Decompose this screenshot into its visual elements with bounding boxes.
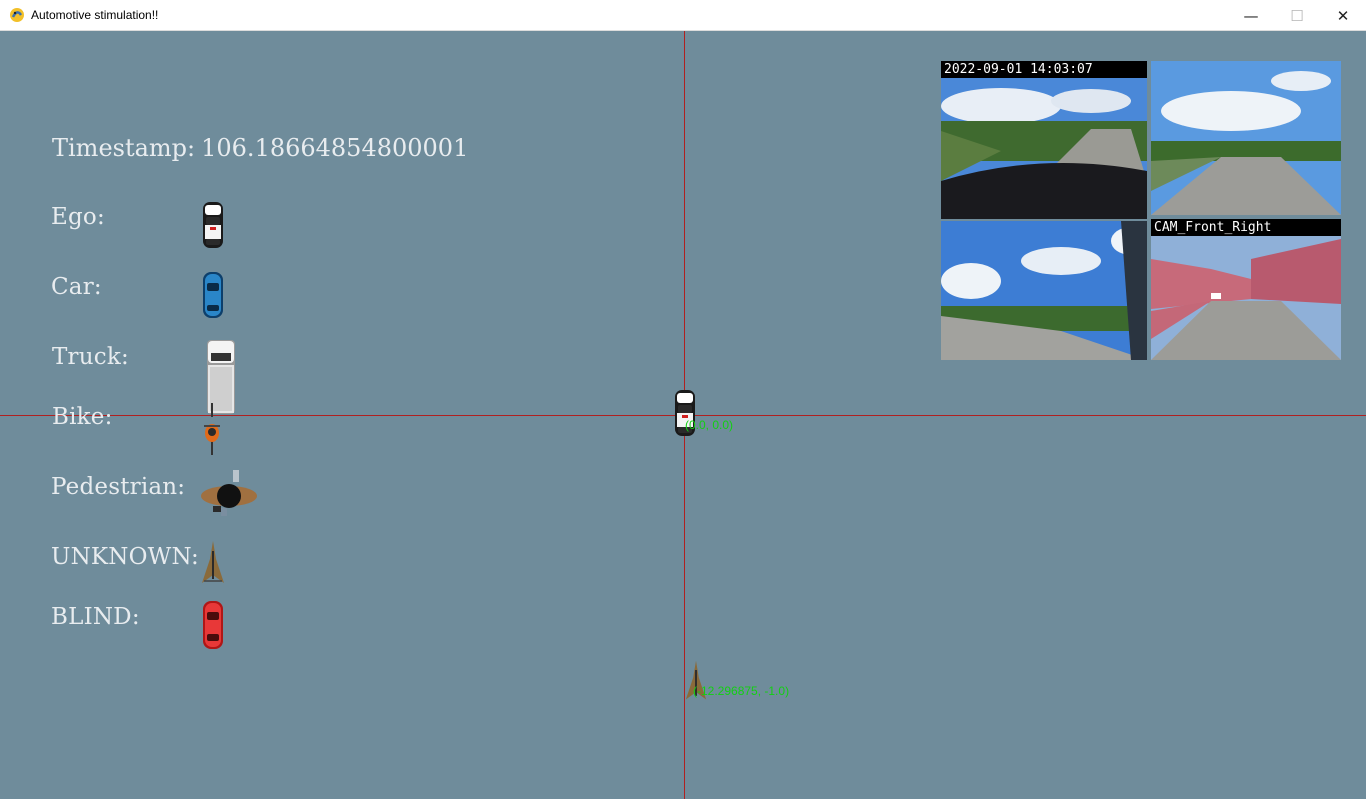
ego-car-icon [203, 202, 223, 248]
unknown-object-marker[interactable] [684, 658, 708, 706]
object-coordinate-label: (-12.296875, -1.0) [693, 684, 790, 698]
camera-front-right-view: CAM_Front_Right [1151, 219, 1341, 360]
camera-rear-image [941, 221, 1147, 360]
blind-car-icon [203, 601, 223, 649]
minimize-button[interactable]: — [1228, 0, 1274, 31]
simulation-canvas[interactable]: Timestamp: 106.18664854800001 Ego: Car: T… [0, 31, 1366, 799]
close-button[interactable]: ✕ [1320, 0, 1366, 31]
camera-front-left-view [1151, 61, 1341, 215]
ego-coordinate-label: (0.0, 0.0) [685, 418, 734, 432]
legend-label-bike: Bike: [52, 404, 113, 430]
pedestrian-icon [201, 470, 257, 516]
legend-label-pedestrian: Pedestrian: [51, 474, 186, 500]
legend-label-truck: Truck: [52, 344, 129, 370]
bike-icon [204, 403, 220, 455]
legend-label-car: Car: [51, 274, 102, 300]
window-title: Automotive stimulation!! [31, 8, 159, 22]
timestamp-label: Timestamp: [52, 134, 196, 162]
legend-label-ego: Ego: [51, 204, 105, 230]
legend-label-unknown: UNKNOWN: [51, 544, 199, 570]
legend-label-blind: BLIND: [51, 604, 140, 630]
camera-front-right-label: CAM_Front_Right [1151, 219, 1341, 236]
app-snake-icon [10, 8, 24, 22]
car-icon [203, 272, 223, 318]
timestamp-display: Timestamp: 106.18664854800001 [52, 134, 468, 162]
camera-front-left-image [1151, 61, 1341, 215]
camera-rear-view [941, 221, 1147, 360]
camera-timestamp: 2022-09-01 14:03:07 [941, 61, 1147, 78]
timestamp-value: 106.18664854800001 [201, 134, 469, 162]
unknown-object-icon [202, 541, 224, 583]
maximize-button[interactable]: ☐ [1274, 0, 1320, 31]
title-bar: Automotive stimulation!! — ☐ ✕ [0, 0, 1366, 31]
camera-front-right-image [1151, 219, 1341, 360]
camera-front-view: 2022-09-01 14:03:07 [941, 61, 1147, 219]
camera-front-image [941, 61, 1147, 219]
